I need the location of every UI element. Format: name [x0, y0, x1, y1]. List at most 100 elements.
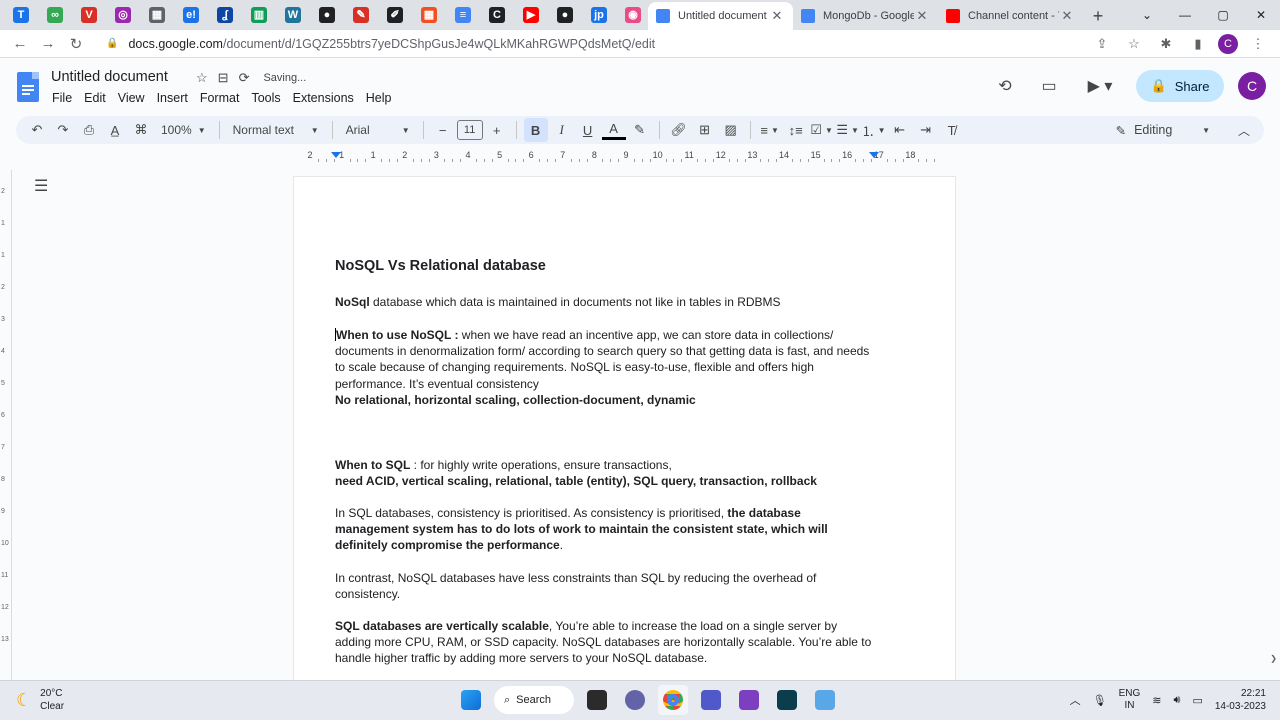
weather-widget[interactable]: ☾ 20°C Clear — [16, 687, 64, 713]
pinned-tab[interactable]: ∞ — [40, 2, 70, 28]
pinned-tab[interactable]: ◎ — [108, 2, 138, 28]
scroll-right-icon[interactable]: ❯ — [1270, 654, 1277, 663]
pinned-tab[interactable]: ● — [550, 2, 580, 28]
pinned-tab[interactable]: ✎ — [346, 2, 376, 28]
chat-icon[interactable] — [620, 685, 650, 715]
link-icon[interactable]: 🔗︎ — [667, 118, 691, 142]
new-tab-button[interactable]: + — [1083, 2, 1113, 30]
redo-icon[interactable]: ↷ — [51, 118, 75, 142]
font-size-input[interactable]: 11 — [456, 118, 483, 142]
pinned-tab[interactable]: ≡ — [448, 2, 478, 28]
extensions-icon[interactable]: ✱ — [1154, 32, 1178, 56]
pinned-tab[interactable]: ▥ — [244, 2, 274, 28]
start-button[interactable] — [456, 685, 486, 715]
pinned-tab[interactable]: ● — [312, 2, 342, 28]
chrome-icon[interactable] — [658, 685, 688, 715]
menu-format[interactable]: Format — [194, 89, 246, 107]
menu-file[interactable]: File — [46, 89, 78, 107]
underline-icon[interactable]: U — [576, 118, 600, 142]
forward-button[interactable]: → — [34, 30, 62, 58]
bold-icon[interactable]: B — [523, 118, 548, 142]
pinned-tab[interactable]: C — [482, 2, 512, 28]
align-icon[interactable]: ≡ ▼ — [758, 118, 782, 142]
font-select[interactable]: Arial ▼ — [340, 118, 416, 142]
style-select[interactable]: Normal text ▼ — [227, 118, 325, 142]
decrease-indent-icon[interactable]: ⇤ — [888, 118, 912, 142]
tab-channel-content[interactable]: Channel content - Yo ✕ — [938, 2, 1083, 30]
meet-icon[interactable]: ▶︎ ▾ — [1078, 71, 1122, 101]
move-folder-icon[interactable]: ⊟ — [218, 70, 229, 86]
teams-icon[interactable] — [696, 685, 726, 715]
profile-avatar[interactable]: C — [1218, 34, 1238, 54]
decrease-font-size-icon[interactable]: − — [431, 118, 455, 142]
back-button[interactable]: ← — [6, 30, 34, 58]
file-explorer-icon[interactable] — [582, 685, 612, 715]
undo-icon[interactable]: ↶ — [25, 118, 49, 142]
highlight-icon[interactable]: ✎ — [628, 118, 652, 142]
pinned-tab[interactable]: ▦ — [142, 2, 172, 28]
insert-image-icon[interactable]: ▨ — [719, 118, 743, 142]
close-icon[interactable]: ✕ — [769, 8, 785, 24]
menu-insert[interactable]: Insert — [151, 89, 194, 107]
terminal-app-icon[interactable] — [772, 685, 802, 715]
pinned-tab[interactable]: ▦ — [414, 2, 444, 28]
text-color-icon[interactable]: A — [601, 120, 626, 140]
share-page-icon[interactable]: ⇪ — [1090, 32, 1114, 56]
checklist-icon[interactable]: ☑ ▼ — [810, 118, 834, 142]
italic-icon[interactable]: I — [550, 118, 574, 142]
star-icon[interactable]: ☆ — [196, 70, 208, 86]
more-menu-icon[interactable]: ⋮ — [1246, 32, 1270, 56]
zoom-select[interactable]: 100% ▼ — [155, 118, 212, 142]
clock[interactable]: 22:21 14-03-2023 — [1215, 687, 1266, 713]
side-panel-icon[interactable]: ▮ — [1186, 32, 1210, 56]
tab-search-icon[interactable]: ⌄ — [1128, 0, 1166, 30]
account-avatar[interactable]: C — [1238, 72, 1266, 100]
numbered-list-icon[interactable]: ⒈ ▼ — [862, 118, 886, 142]
version-history-icon[interactable]: ⟲ — [990, 71, 1020, 101]
spellcheck-icon[interactable]: A̲ — [103, 118, 127, 142]
reload-button[interactable]: ↻ — [62, 30, 90, 58]
language-indicator[interactable]: ENG IN — [1119, 688, 1141, 712]
document-page[interactable]: NoSQL Vs Relational database NoSql datab… — [293, 176, 956, 680]
docs-logo-icon[interactable] — [17, 72, 39, 102]
pinned-tab[interactable]: ✐ — [380, 2, 410, 28]
taskbar-search[interactable]: ⌕ Search — [494, 686, 574, 714]
menu-extensions[interactable]: Extensions — [287, 89, 360, 107]
editing-mode-select[interactable]: ✎ Editing ▼ — [1116, 118, 1210, 142]
visual-studio-icon[interactable] — [734, 685, 764, 715]
wifi-icon[interactable]: ≋ — [1152, 694, 1161, 707]
notepad-icon[interactable] — [810, 685, 840, 715]
pinned-tab[interactable]: jp — [584, 2, 614, 28]
bulleted-list-icon[interactable]: ☰ ▼ — [836, 118, 860, 142]
add-comment-icon[interactable]: ⊞ — [693, 118, 717, 142]
battery-icon[interactable]: ▭ — [1192, 694, 1202, 707]
minimize-button[interactable]: — — [1166, 0, 1204, 30]
paint-format-icon[interactable]: ⌘ — [129, 118, 153, 142]
chevron-up-icon[interactable]: ︿ — [1070, 692, 1081, 708]
print-icon[interactable]: ⎙ — [77, 118, 101, 142]
increase-indent-icon[interactable]: ⇥ — [914, 118, 938, 142]
page-scrollbar[interactable] — [1268, 166, 1280, 680]
tab-mongodb[interactable]: MongoDb - Google ✕ — [793, 2, 938, 30]
menu-edit[interactable]: Edit — [78, 89, 112, 107]
comments-icon[interactable]: ▭ — [1034, 71, 1064, 101]
menu-view[interactable]: View — [112, 89, 151, 107]
menu-tools[interactable]: Tools — [245, 89, 286, 107]
right-indent-marker[interactable] — [869, 152, 879, 158]
pinned-tab[interactable]: ◉ — [618, 2, 648, 28]
tab-untitled-document[interactable]: Untitled document ✕ — [648, 2, 793, 30]
menu-help[interactable]: Help — [360, 89, 398, 107]
pinned-tab[interactable]: ▶ — [516, 2, 546, 28]
maximize-button[interactable]: ▢ — [1204, 0, 1242, 30]
pinned-tab[interactable]: ʆ — [210, 2, 240, 28]
pinned-tab[interactable]: e! — [176, 2, 206, 28]
share-button[interactable]: 🔒 Share — [1136, 70, 1224, 102]
pinned-tab[interactable]: T — [6, 2, 36, 28]
clear-formatting-icon[interactable]: T̸ — [940, 118, 964, 142]
close-icon[interactable]: ✕ — [914, 8, 930, 24]
close-icon[interactable]: ✕ — [1059, 8, 1075, 24]
increase-font-size-icon[interactable]: + — [485, 118, 509, 142]
left-indent-marker[interactable] — [331, 152, 341, 158]
document-title[interactable]: Untitled document — [51, 69, 168, 85]
pinned-tab[interactable]: W — [278, 2, 308, 28]
